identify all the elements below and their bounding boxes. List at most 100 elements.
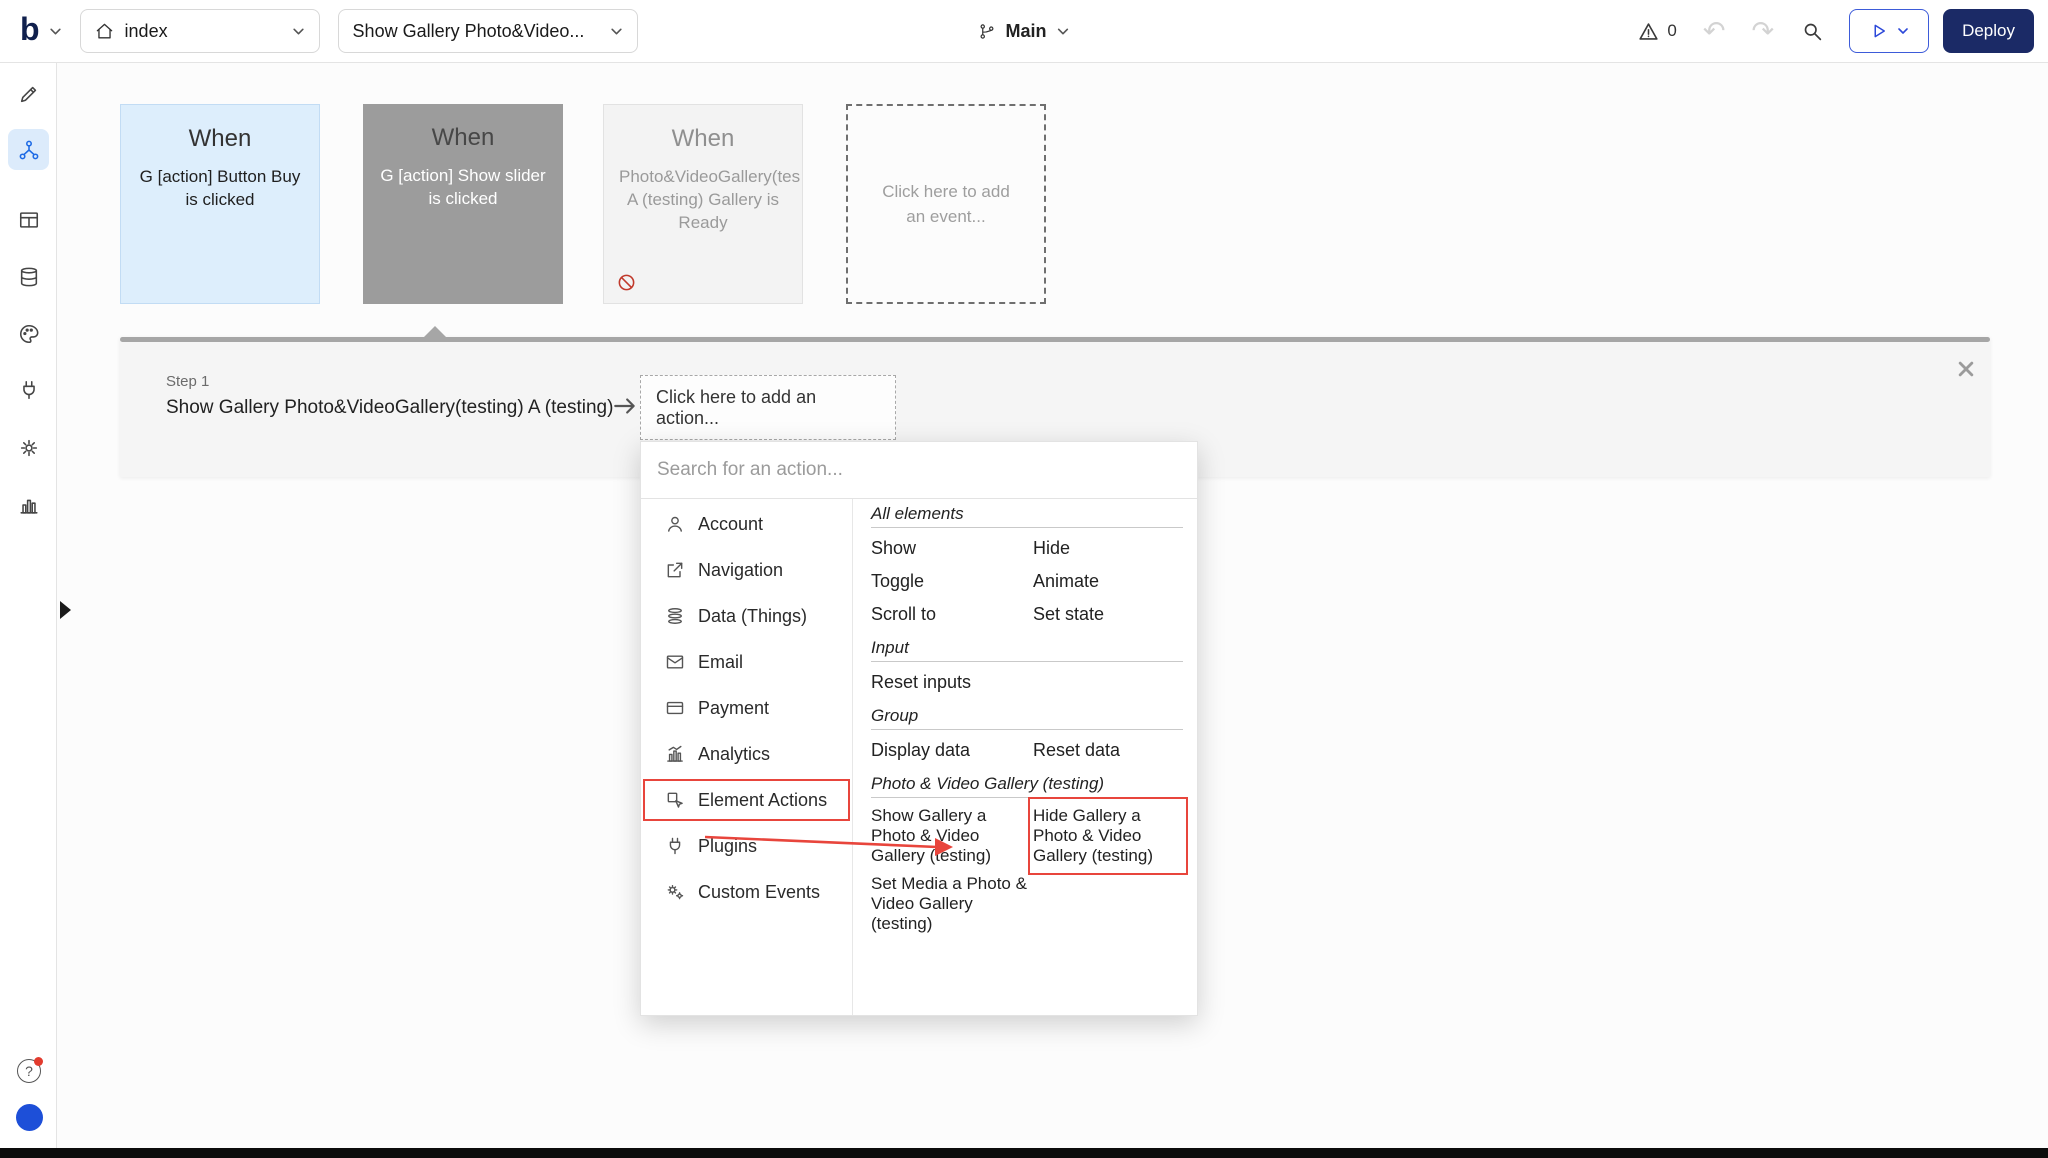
action-category-custom-events[interactable]: Custom Events xyxy=(641,869,852,915)
search-button[interactable] xyxy=(1802,21,1823,42)
sidebar-item-design[interactable] xyxy=(8,73,49,114)
envelope-icon xyxy=(665,652,685,672)
add-action-label: Click here to add an action... xyxy=(656,387,880,429)
database-icon xyxy=(18,266,40,288)
panel-drag-bar[interactable] xyxy=(120,337,1990,342)
action-item-reset-inputs[interactable]: Reset inputs xyxy=(871,666,1033,699)
category-label: Account xyxy=(698,514,763,535)
event-card-gallery-ready[interactable]: When Photo&VideoGallery(tes A (testing) … xyxy=(603,104,803,304)
event-card-title: When xyxy=(121,125,319,153)
action-row: Set Media a Photo & Video Gallery (testi… xyxy=(871,870,1183,938)
event-card-body: G [action] Show slider is clicked xyxy=(363,165,563,211)
action-search-bar xyxy=(641,442,1197,499)
plug-icon xyxy=(18,379,40,401)
action-item-animate[interactable]: Animate xyxy=(1033,565,1183,598)
action-item-hide[interactable]: Hide xyxy=(1033,532,1183,565)
action-row: Show Hide xyxy=(871,532,1183,565)
event-card-title: When xyxy=(363,124,563,152)
chevron-down-icon xyxy=(1897,25,1909,37)
plug-icon xyxy=(665,836,685,856)
section-group: Group Display data Reset data xyxy=(871,705,1183,767)
user-avatar[interactable] xyxy=(16,1104,43,1131)
action-item-set-state[interactable]: Set state xyxy=(1033,598,1183,631)
sidebar-item-workflow[interactable] xyxy=(8,129,49,170)
help-button[interactable]: ? xyxy=(17,1059,41,1083)
credit-card-icon xyxy=(665,698,685,718)
close-icon xyxy=(1956,359,1976,379)
action-row: Scroll to Set state xyxy=(871,598,1183,631)
action-category-data-things[interactable]: Data (Things) xyxy=(641,593,852,639)
category-label: Navigation xyxy=(698,560,783,581)
navigation-arrow-icon xyxy=(665,560,685,580)
action-item-hide-gallery[interactable]: Hide Gallery a Photo & Video Gallery (te… xyxy=(1033,802,1183,870)
action-item-show[interactable]: Show xyxy=(871,532,1033,565)
add-action-box[interactable]: Click here to add an action... xyxy=(640,375,896,440)
event-card-body: G [action] Button Buy is clicked xyxy=(121,166,319,212)
workflow-selector[interactable]: Show Gallery Photo&Video... xyxy=(338,9,638,53)
action-item-display-data[interactable]: Display data xyxy=(871,734,1033,767)
category-label: Payment xyxy=(698,698,769,719)
section-photo-video-gallery: Photo & Video Gallery (testing) Show Gal… xyxy=(871,773,1183,938)
action-row: Show Gallery a Photo & Video Gallery (te… xyxy=(871,802,1183,870)
action-item-set-media[interactable]: Set Media a Photo & Video Gallery (testi… xyxy=(871,870,1029,938)
section-header: All elements xyxy=(871,503,1183,525)
issues-indicator[interactable]: 0 xyxy=(1638,21,1676,42)
step-number-label: Step 1 xyxy=(166,373,613,390)
sidebar-item-settings[interactable] xyxy=(8,427,49,468)
section-header: Group xyxy=(871,705,1183,727)
issues-count: 0 xyxy=(1667,21,1676,41)
sidebar-item-plugins[interactable] xyxy=(8,369,49,410)
event-card-button-buy[interactable]: When G [action] Button Buy is clicked xyxy=(120,104,320,304)
action-category-account[interactable]: Account xyxy=(641,501,852,547)
event-card-title: When xyxy=(604,125,802,153)
bubble-logo-menu[interactable]: b xyxy=(20,15,62,47)
gears-icon xyxy=(665,882,685,902)
add-event-label: Click here to add an event... xyxy=(882,179,1010,230)
step-title: Show Gallery Photo&VideoGallery(testing)… xyxy=(166,397,613,419)
action-category-email[interactable]: Email xyxy=(641,639,852,685)
page-selector[interactable]: index xyxy=(80,9,320,53)
deploy-button[interactable]: Deploy xyxy=(1943,9,2034,53)
section-divider xyxy=(871,729,1183,730)
action-items-panel: All elements Show Hide Toggle Animate Sc… xyxy=(853,499,1197,1015)
event-card-show-slider[interactable]: When G [action] Show slider is clicked xyxy=(363,104,563,304)
action-row: Display data Reset data xyxy=(871,734,1183,767)
sidebar-item-data[interactable] xyxy=(8,256,49,297)
section-header: Photo & Video Gallery (testing) xyxy=(871,773,1183,795)
action-item-show-gallery[interactable]: Show Gallery a Photo & Video Gallery (te… xyxy=(871,802,1029,870)
sidebar-item-logs[interactable] xyxy=(8,484,49,525)
undo-button[interactable]: ↶ xyxy=(1703,18,1726,45)
action-search-input[interactable] xyxy=(657,459,1181,481)
workflow-nodes-icon xyxy=(18,139,40,161)
action-menu-body: Account Navigation Data (Things) Email xyxy=(641,499,1197,1015)
workflow-selector-label: Show Gallery Photo&Video... xyxy=(353,21,599,42)
action-category-analytics[interactable]: Analytics xyxy=(641,731,852,777)
page-selector-label: index xyxy=(125,21,281,42)
action-item-reset-data[interactable]: Reset data xyxy=(1033,734,1183,767)
action-category-navigation[interactable]: Navigation xyxy=(641,547,852,593)
action-item-scroll-to[interactable]: Scroll to xyxy=(871,598,1033,631)
redo-button[interactable]: ↷ xyxy=(1751,18,1774,45)
action-picker-menu: Account Navigation Data (Things) Email xyxy=(640,441,1198,1016)
topbar: b index Show Gallery Photo&Video... Main… xyxy=(0,0,2048,63)
section-all-elements: All elements Show Hide Toggle Animate Sc… xyxy=(871,503,1183,631)
category-label: Email xyxy=(698,652,743,673)
action-category-element-actions[interactable]: Element Actions xyxy=(641,777,852,823)
user-icon xyxy=(665,514,685,534)
expand-panel-handle[interactable] xyxy=(60,601,71,619)
sidebar-item-styles[interactable] xyxy=(8,313,49,354)
chevron-down-icon xyxy=(49,25,62,38)
run-button[interactable] xyxy=(1849,9,1929,53)
close-panel-button[interactable] xyxy=(1956,359,1976,379)
add-event-card[interactable]: Click here to add an event... xyxy=(846,104,1046,304)
prohibited-icon xyxy=(617,273,636,292)
branch-selector[interactable]: Main xyxy=(978,21,1069,42)
action-item-toggle[interactable]: Toggle xyxy=(871,565,1033,598)
step-1-card[interactable]: Step 1 Show Gallery Photo&VideoGallery(t… xyxy=(166,373,613,419)
play-icon xyxy=(1870,22,1888,40)
category-label: Plugins xyxy=(698,836,757,857)
action-category-plugins[interactable]: Plugins xyxy=(641,823,852,869)
action-category-payment[interactable]: Payment xyxy=(641,685,852,731)
sidebar-item-responsive[interactable] xyxy=(8,199,49,240)
workflow-canvas: When G [action] Button Buy is clicked Wh… xyxy=(57,63,2048,1148)
